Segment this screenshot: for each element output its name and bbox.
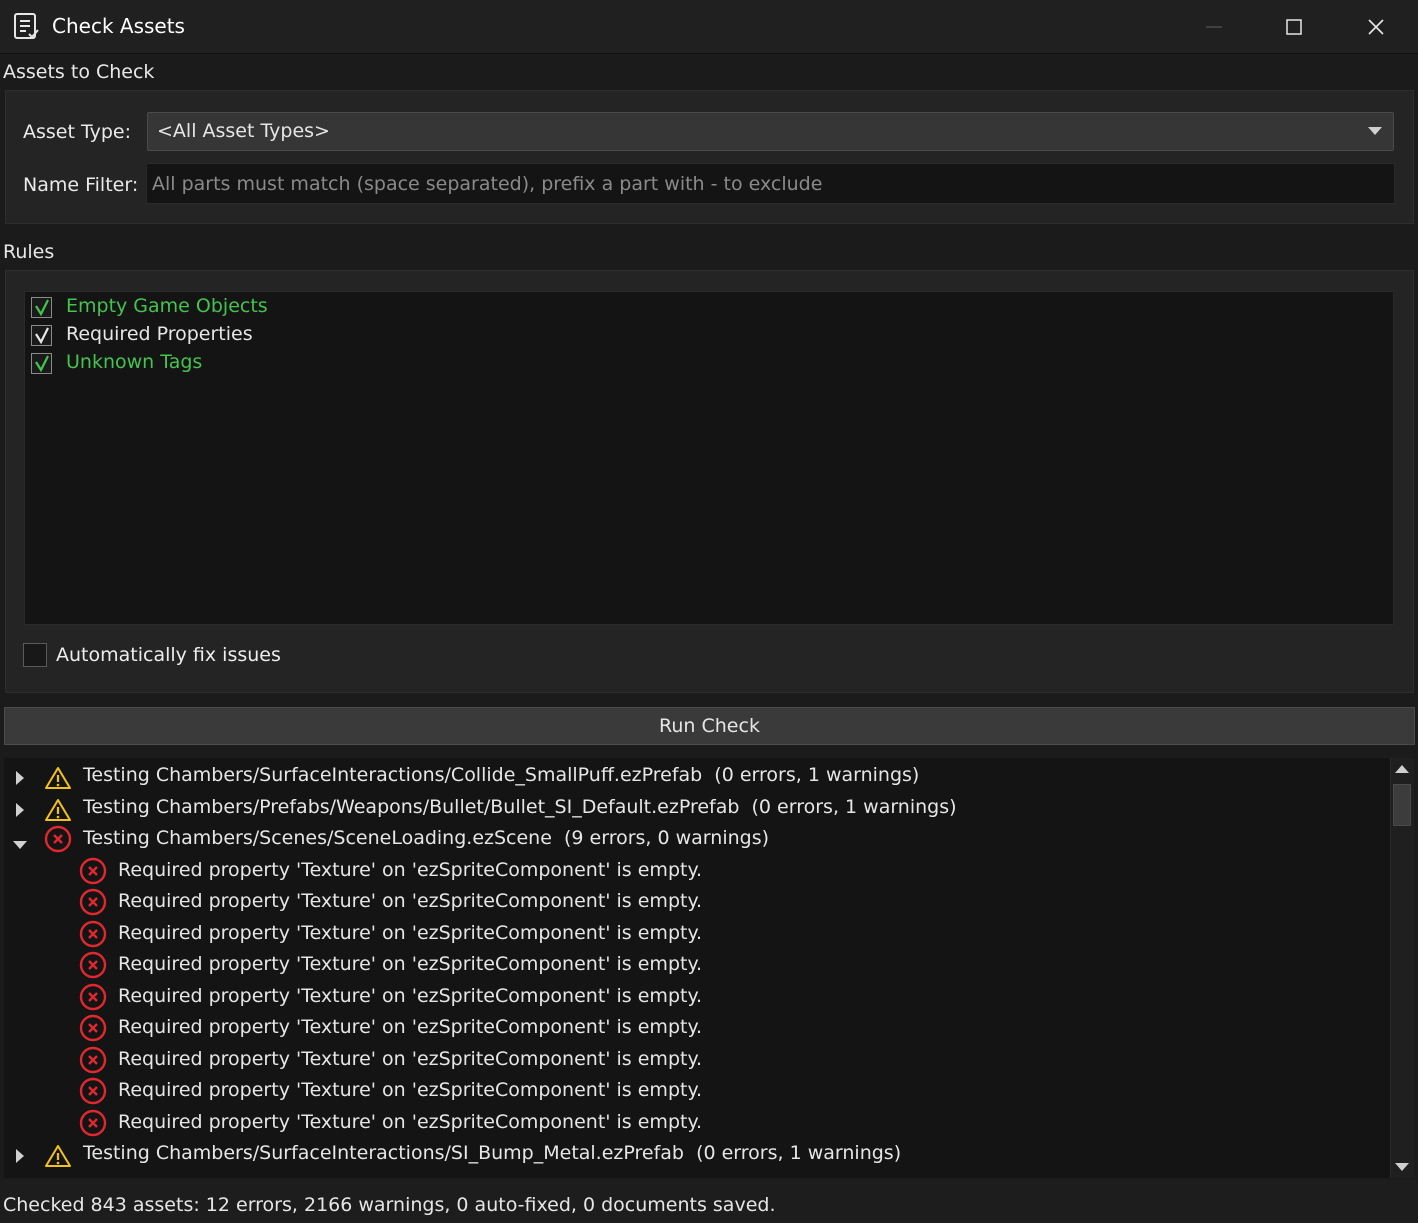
result-text: Testing Chambers/SurfaceInteractions/SI_… bbox=[83, 1142, 902, 1164]
result-issue-row[interactable]: Required property 'Texture' on 'ezSprite… bbox=[4, 949, 1390, 980]
result-asset-row[interactable]: Testing Chambers/SurfaceInteractions/Col… bbox=[4, 760, 1390, 791]
name-filter-label: Name Filter: bbox=[23, 174, 139, 196]
rule-label: Unknown Tags bbox=[66, 351, 203, 373]
auto-fix-label: Automatically fix issues bbox=[56, 644, 281, 666]
result-text: Required property 'Texture' on 'ezSprite… bbox=[118, 953, 703, 975]
rule-checkbox[interactable] bbox=[31, 353, 52, 374]
app-icon bbox=[14, 13, 39, 39]
rules-section-title: Rules bbox=[3, 241, 55, 263]
collapsed-arrow-icon[interactable] bbox=[16, 802, 25, 821]
collapsed-arrow-icon[interactable] bbox=[16, 1148, 25, 1167]
maximize-button[interactable] bbox=[1254, 0, 1334, 54]
result-text: Required property 'Texture' on 'ezSprite… bbox=[118, 1016, 703, 1038]
expanded-arrow-icon[interactable] bbox=[13, 835, 27, 854]
result-text: Required property 'Texture' on 'ezSprite… bbox=[118, 1047, 703, 1070]
result-issue-row[interactable]: Required property 'Texture' on 'ezSprite… bbox=[4, 1044, 1390, 1075]
result-issue-row[interactable]: Required property 'Texture' on 'ezSprite… bbox=[4, 981, 1390, 1012]
result-issue-row[interactable]: Required property 'Texture' on 'ezSprite… bbox=[4, 855, 1390, 886]
scroll-down-icon[interactable] bbox=[1394, 1162, 1410, 1172]
scrollbar-thumb[interactable] bbox=[1393, 784, 1411, 826]
status-text: Checked 843 assets: 12 errors, 2166 warn… bbox=[3, 1194, 776, 1216]
result-text: Required property 'Texture' on 'ezSprite… bbox=[118, 890, 703, 912]
result-issue-row[interactable]: Required property 'Texture' on 'ezSprite… bbox=[4, 1012, 1390, 1043]
run-check-button[interactable]: Run Check bbox=[4, 707, 1415, 745]
assets-section-title: Assets to Check bbox=[3, 61, 155, 83]
error-icon bbox=[79, 951, 107, 983]
checkmark-icon bbox=[35, 327, 49, 344]
window-title: Check Assets bbox=[52, 14, 185, 38]
rule-label: Required Properties bbox=[66, 323, 253, 345]
error-icon bbox=[79, 857, 107, 889]
rule-checkbox[interactable] bbox=[31, 325, 52, 346]
result-asset-row[interactable]: Testing Chambers/Scenes/SceneLoading.ezS… bbox=[4, 823, 1390, 854]
result-issue-row[interactable]: Required property 'Texture' on 'ezSprite… bbox=[4, 1075, 1390, 1106]
rule-checkbox[interactable] bbox=[31, 297, 52, 318]
asset-type-value: <All Asset Types> bbox=[157, 120, 330, 142]
result-text: Testing Chambers/Prefabs/Weapons/Bullet/… bbox=[83, 795, 957, 818]
error-icon bbox=[79, 983, 107, 1015]
collapsed-arrow-icon[interactable] bbox=[16, 770, 25, 789]
result-text: Required property 'Texture' on 'ezSprite… bbox=[118, 921, 703, 944]
rules-list: Empty Game Objects Required Properties U… bbox=[24, 291, 1394, 625]
title-bar: Check Assets bbox=[0, 0, 1418, 54]
error-icon bbox=[79, 1014, 107, 1046]
result-text: Required property 'Texture' on 'ezSprite… bbox=[118, 858, 703, 881]
error-icon bbox=[44, 825, 72, 857]
result-issue-row[interactable]: Required property 'Texture' on 'ezSprite… bbox=[4, 886, 1390, 917]
auto-fix-checkbox[interactable] bbox=[23, 643, 47, 667]
status-bar: Checked 843 assets: 12 errors, 2166 warn… bbox=[0, 1180, 1418, 1223]
result-asset-row[interactable]: Testing Chambers/Prefabs/Weapons/Bullet/… bbox=[4, 792, 1390, 823]
result-asset-row[interactable]: Testing Chambers/SurfaceInteractions/SI_… bbox=[4, 1138, 1390, 1169]
scroll-up-icon[interactable] bbox=[1394, 764, 1410, 774]
checkmark-icon bbox=[35, 355, 49, 372]
result-issue-row[interactable]: Required property 'Texture' on 'ezSprite… bbox=[4, 918, 1390, 949]
result-text: Testing Chambers/SurfaceInteractions/Col… bbox=[83, 764, 920, 786]
warning-icon bbox=[44, 1144, 72, 1172]
chevron-down-icon bbox=[1368, 127, 1382, 135]
close-button[interactable] bbox=[1336, 0, 1416, 54]
rule-label: Empty Game Objects bbox=[66, 295, 268, 317]
result-issue-row[interactable]: Required property 'Texture' on 'ezSprite… bbox=[4, 1107, 1390, 1138]
result-text: Required property 'Texture' on 'ezSprite… bbox=[118, 1110, 703, 1133]
result-text: Required property 'Texture' on 'ezSprite… bbox=[118, 1079, 703, 1101]
results-tree[interactable]: Testing Chambers/SurfaceInteractions/Col… bbox=[4, 758, 1390, 1178]
error-icon bbox=[79, 888, 107, 920]
error-icon bbox=[79, 1077, 107, 1109]
result-text: Testing Chambers/Scenes/SceneLoading.ezS… bbox=[83, 827, 770, 849]
close-icon bbox=[1368, 19, 1384, 35]
result-text: Required property 'Texture' on 'ezSprite… bbox=[118, 984, 703, 1007]
error-icon bbox=[79, 1046, 107, 1078]
warning-icon bbox=[44, 798, 72, 826]
error-icon bbox=[79, 920, 107, 952]
minimize-icon bbox=[1206, 26, 1222, 28]
minimize-button[interactable] bbox=[1174, 0, 1254, 54]
warning-icon bbox=[44, 766, 72, 794]
error-icon bbox=[79, 1109, 107, 1141]
asset-type-label: Asset Type: bbox=[23, 121, 132, 143]
results-scrollbar[interactable] bbox=[1390, 758, 1414, 1178]
asset-type-dropdown[interactable]: <All Asset Types> bbox=[147, 112, 1394, 151]
checkmark-icon bbox=[35, 299, 49, 316]
name-filter-input[interactable] bbox=[146, 163, 1395, 204]
maximize-icon bbox=[1286, 19, 1302, 35]
